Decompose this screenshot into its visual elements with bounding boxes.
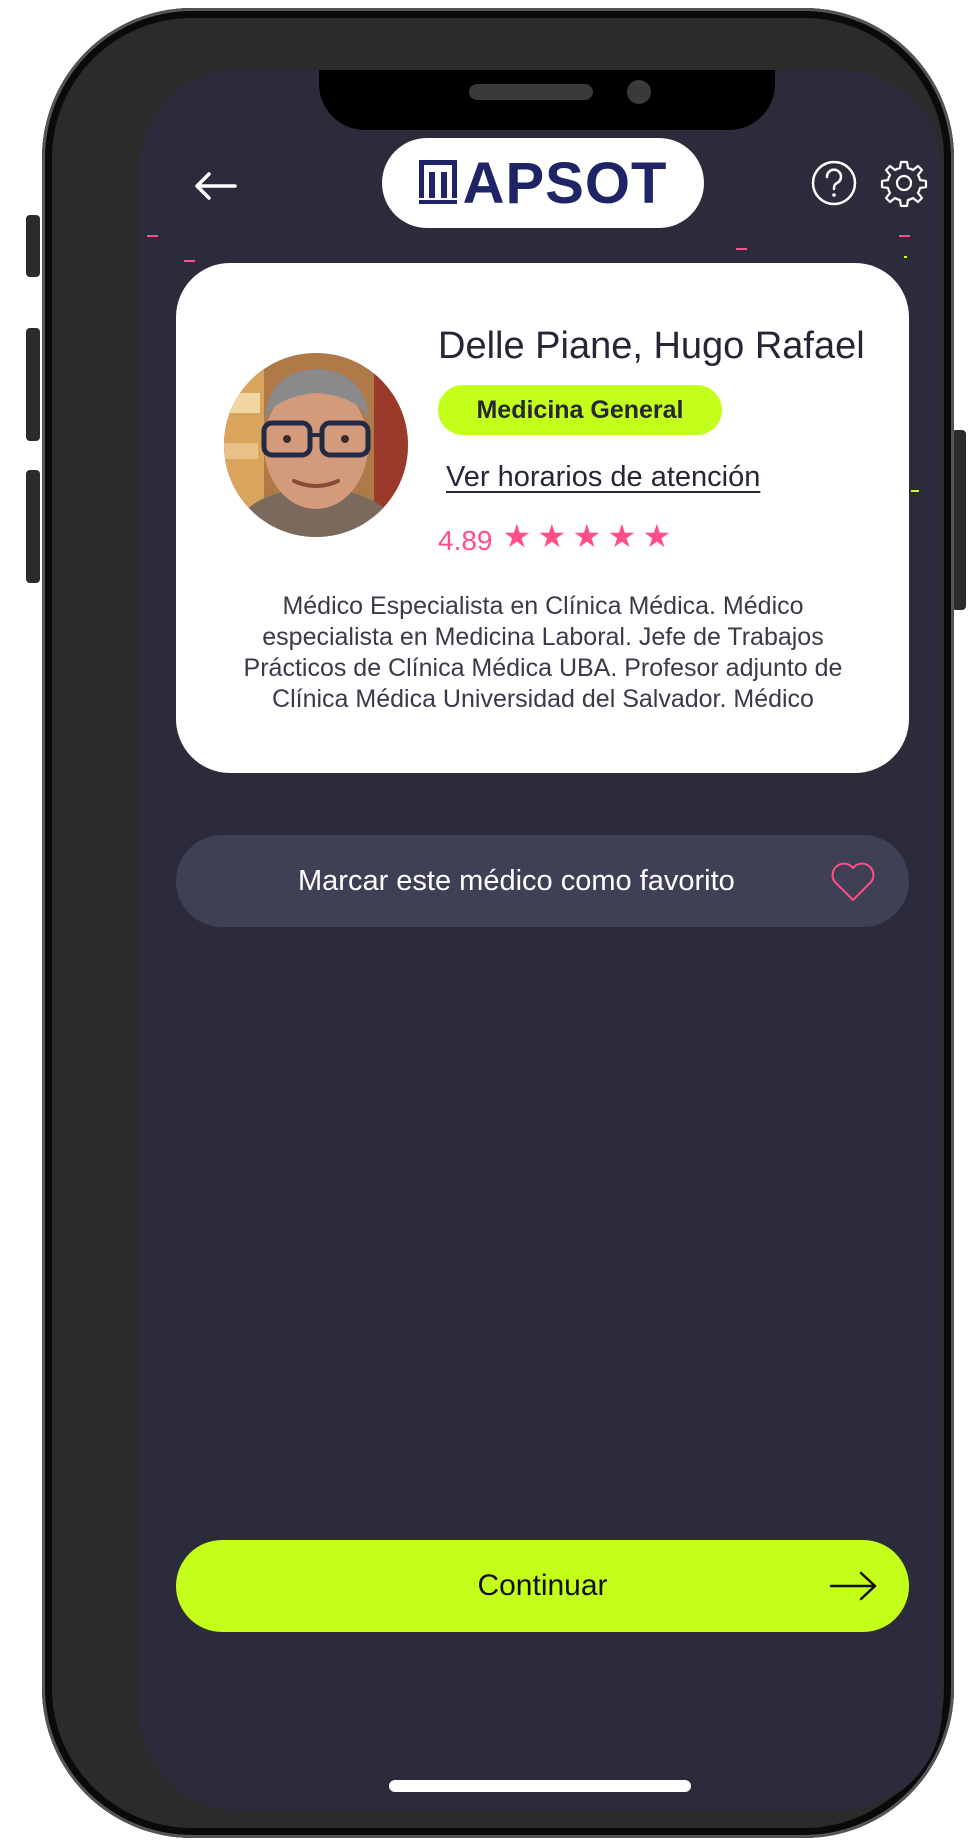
doctor-bio: Médico Especialista en Clínica Médica. M…: [243, 592, 843, 713]
logo-text: APSOT: [462, 150, 668, 216]
doctor-name: Delle Piane, Hugo Rafael: [438, 325, 865, 367]
decor-dash: [899, 235, 910, 237]
phone-side-button: [952, 430, 966, 610]
decor-dash: [911, 490, 919, 492]
help-icon[interactable]: [810, 159, 858, 207]
favorite-button[interactable]: Marcar este médico como favorito: [176, 835, 909, 927]
techint-logo-icon: [418, 160, 457, 204]
phone-side-button: [26, 328, 40, 441]
continue-button[interactable]: Continuar: [176, 1540, 909, 1632]
app-logo: APSOT: [382, 138, 704, 228]
arrow-right-icon: [829, 1571, 877, 1601]
doctor-avatar: [224, 353, 408, 537]
decor-dash: [147, 235, 158, 237]
home-indicator: [389, 1780, 691, 1792]
decor-dash: [904, 256, 907, 258]
notch: [319, 70, 775, 130]
phone-side-button: [26, 215, 40, 277]
rating: 4.89 ★ ★ ★ ★ ★: [438, 515, 678, 557]
star-icon: ★: [572, 517, 602, 555]
specialty-badge: Medicina General: [438, 385, 722, 435]
favorite-label: Marcar este médico como favorito: [298, 865, 735, 897]
heart-icon[interactable]: [829, 861, 877, 903]
doctor-card: Delle Piane, Hugo Rafael Medicina Genera…: [176, 263, 909, 773]
decor-dash: [184, 260, 195, 262]
continue-label: Continuar: [477, 1569, 608, 1602]
camera: [627, 80, 651, 104]
star-icon: ★: [502, 517, 532, 555]
doctor-photo: [224, 353, 408, 537]
rating-value: 4.89: [438, 525, 493, 556]
phone-side-button: [26, 470, 40, 583]
schedule-link[interactable]: Ver horarios de atención: [446, 461, 760, 494]
speaker: [469, 84, 593, 100]
star-icon: ★: [607, 517, 637, 555]
back-arrow-icon[interactable]: [189, 166, 239, 206]
star-icon: ★: [642, 517, 672, 555]
app-screen: APSOT Delle Piane, Hugo Rafael Medicina …: [139, 70, 942, 1810]
phone-frame: APSOT Delle Piane, Hugo Rafael Medicina …: [42, 8, 954, 1838]
decor-dash: [736, 248, 747, 250]
gear-icon[interactable]: [880, 159, 928, 207]
star-icon: ★: [537, 517, 567, 555]
